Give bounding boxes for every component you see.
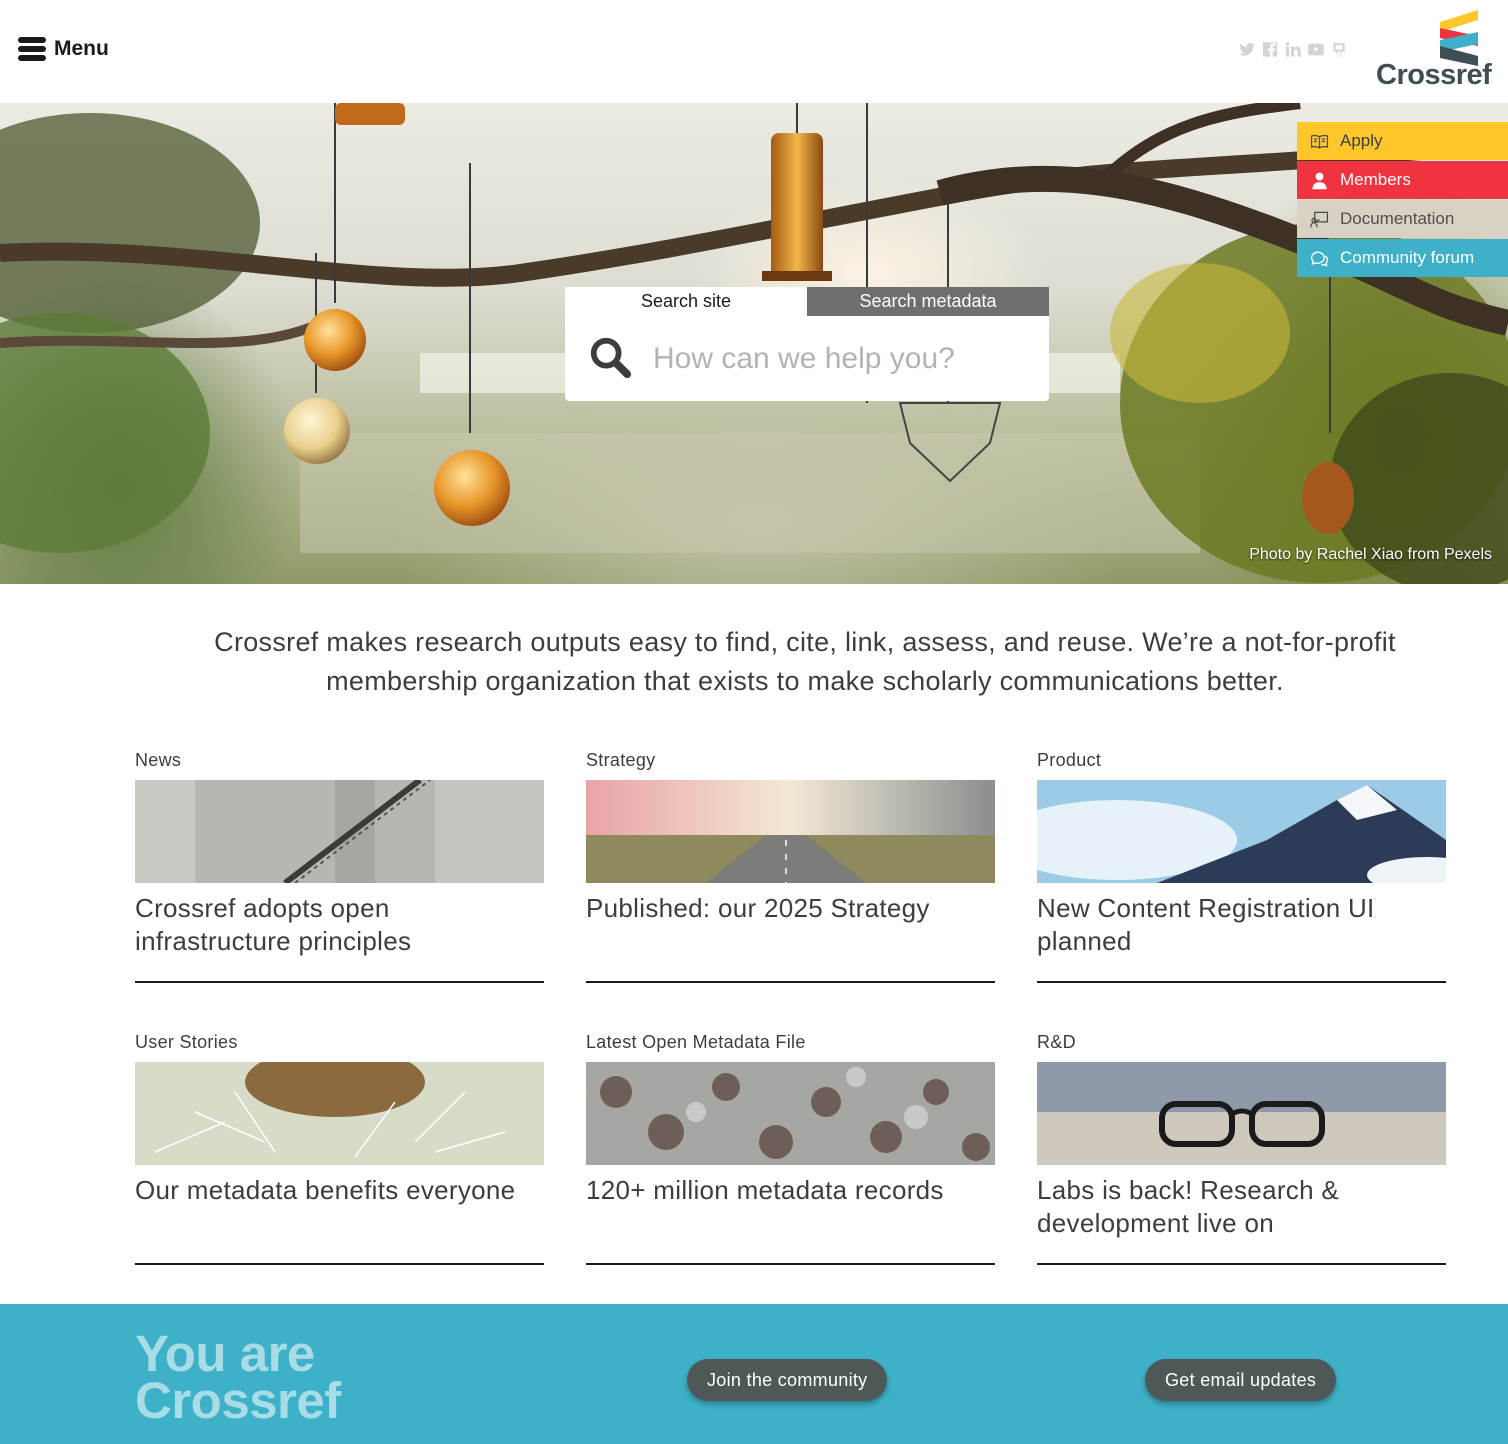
card-image-dandelion[interactable] — [135, 1062, 544, 1165]
twitter-icon[interactable] — [1238, 41, 1256, 58]
search-icon[interactable] — [587, 334, 633, 380]
person-icon — [1309, 170, 1329, 190]
join-community-button[interactable]: Join the community — [687, 1359, 888, 1401]
card-image-eyeglasses[interactable] — [1037, 1062, 1446, 1165]
menu-button[interactable]: Menu — [18, 35, 109, 63]
quick-link-label: Members — [1340, 170, 1411, 189]
quick-links: Apply Members Documentation Community fo… — [1297, 122, 1508, 278]
linkedin-icon[interactable] — [1284, 41, 1302, 58]
photo-credit[interactable]: Photo by Rachel Xiao from Pexels — [1249, 546, 1492, 564]
card-strategy: Strategy Published: our 2025 Strategy — [586, 750, 995, 983]
card-category[interactable]: Latest Open Metadata File — [586, 1032, 995, 1062]
band-title-line1: You are — [135, 1325, 315, 1382]
card-category[interactable]: News — [135, 750, 544, 780]
presentation-icon — [1309, 209, 1329, 229]
crossref-logo-mark — [1440, 10, 1478, 66]
quick-link-label: Documentation — [1340, 209, 1455, 228]
hamburger-icon — [18, 35, 46, 63]
youtube-icon[interactable] — [1307, 41, 1325, 58]
chat-icon — [1309, 248, 1329, 268]
site-header: Menu Crossref — [0, 0, 1508, 103]
card-divider — [1037, 1263, 1446, 1265]
facebook-icon[interactable] — [1261, 41, 1279, 58]
card-category[interactable]: R&D — [1037, 1032, 1446, 1062]
quick-link-documentation[interactable]: Documentation — [1297, 200, 1508, 238]
quick-link-apply[interactable]: Apply — [1297, 122, 1508, 160]
card-image-stairs[interactable] — [135, 780, 544, 883]
social-links — [1238, 41, 1348, 58]
card-divider — [135, 1263, 544, 1265]
card-category[interactable]: Product — [1037, 750, 1446, 780]
card-title[interactable]: Our metadata benefits everyone — [135, 1174, 544, 1207]
search-box — [565, 316, 1049, 401]
quick-link-label: Community forum — [1340, 248, 1475, 267]
card-category[interactable]: User Stories — [135, 1032, 544, 1062]
card-news: News Crossref adopts open infrastructure… — [135, 750, 544, 983]
card-divider — [586, 1263, 995, 1265]
card-image-road[interactable] — [586, 780, 995, 883]
search-tabs: Search site Search metadata — [565, 287, 1049, 316]
card-title[interactable]: New Content Registration UI planned — [1037, 892, 1446, 958]
tab-search-metadata[interactable]: Search metadata — [807, 287, 1049, 316]
card-divider — [135, 981, 544, 983]
card-divider — [586, 981, 995, 983]
card-open-metadata-file: Latest Open Metadata File 120+ million m… — [586, 1032, 995, 1265]
tab-search-site[interactable]: Search site — [565, 287, 807, 316]
card-rnd: R&D Labs is back! Research & development… — [1037, 1032, 1446, 1265]
card-title[interactable]: Published: our 2025 Strategy — [586, 892, 995, 925]
band-title: You are Crossref — [135, 1325, 341, 1429]
card-title[interactable]: Labs is back! Research & development liv… — [1037, 1174, 1446, 1240]
quick-link-label: Apply — [1340, 131, 1383, 150]
crossref-logo[interactable]: Crossref — [1374, 10, 1498, 94]
logo-text: Crossref — [1376, 59, 1492, 91]
email-updates-button[interactable]: Get email updates — [1145, 1359, 1337, 1401]
card-user-stories: User Stories Our metadata benefits every… — [135, 1032, 544, 1265]
intro-text: Crossref makes research outputs easy to … — [214, 627, 1396, 696]
card-category[interactable]: Strategy — [586, 750, 995, 780]
card-image-aerial-forest[interactable] — [586, 1062, 995, 1165]
quick-link-members[interactable]: Members — [1297, 161, 1508, 199]
menu-label: Menu — [54, 37, 109, 60]
gitlab-icon[interactable] — [1330, 41, 1348, 58]
card-product: Product New Content Registration UI plan… — [1037, 750, 1446, 983]
card-title[interactable]: Crossref adopts open infrastructure prin… — [135, 892, 544, 958]
quick-link-community-forum[interactable]: Community forum — [1297, 239, 1508, 277]
card-image-mountain[interactable] — [1037, 780, 1446, 883]
community-band: You are Crossref Join the community Get … — [0, 1304, 1508, 1444]
book-icon — [1309, 131, 1329, 151]
card-divider — [1037, 981, 1446, 983]
band-title-line2: Crossref — [135, 1372, 341, 1429]
search-input[interactable] — [653, 336, 1033, 382]
card-title[interactable]: 120+ million metadata records — [586, 1174, 995, 1207]
